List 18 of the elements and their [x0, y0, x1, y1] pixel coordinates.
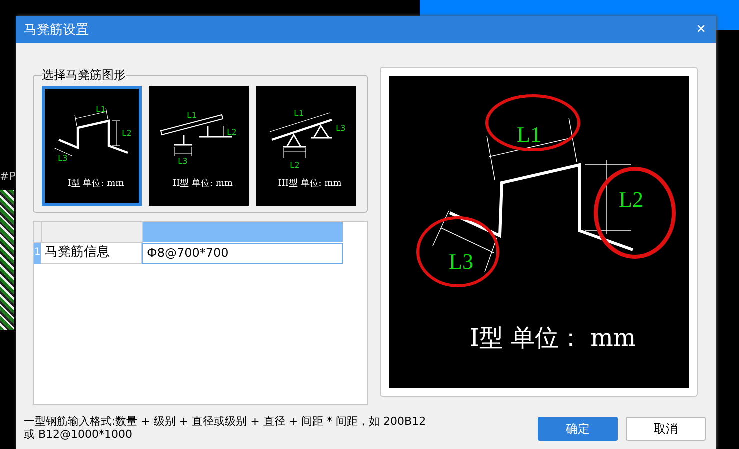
caption: I型 单位： mm — [470, 324, 636, 352]
shape-option[interactable]: L1 L2 L3 II型 单位: mm — [149, 86, 249, 206]
window-title: 马凳筋设置 — [24, 22, 89, 38]
column-header[interactable] — [143, 222, 343, 242]
shape-option[interactable]: L1 L3 L2 III型 单位: mm — [256, 86, 356, 206]
dimension-label: L1 — [517, 122, 542, 147]
ok-button[interactable]: 确定 — [538, 417, 618, 441]
format-hint: 一型钢筋输入格式:数量 + 级别 + 直径或级别 + 直径 + 间距 * 间距，如 200B12 或 B12@1000*1000 — [24, 415, 426, 441]
cancel-button[interactable]: 取消 — [626, 417, 706, 441]
table-cell: 马凳筋信息 — [41, 243, 142, 264]
shape-option[interactable]: L1 L2 L3 I型 单位: mm — [42, 86, 142, 206]
dimension-label: L2 — [619, 187, 644, 212]
value-cell[interactable]: Ф8@700*700 — [142, 243, 343, 264]
close-button[interactable]: × — [694, 22, 708, 38]
background-text: #P — [0, 170, 16, 183]
dimension-label: L3 — [449, 249, 474, 274]
row-number: 1 — [34, 243, 41, 264]
group-title: 选择马凳筋图形 — [42, 67, 126, 84]
